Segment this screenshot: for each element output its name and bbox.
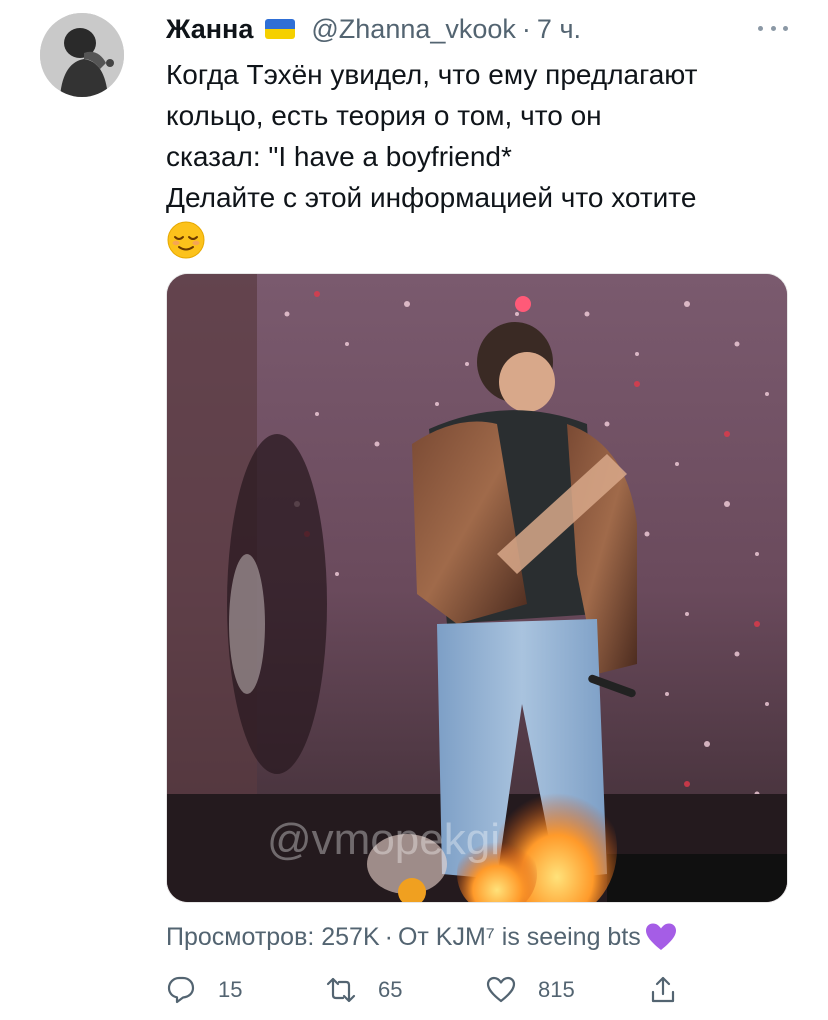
tweet-text-line: кольцо, есть теория о том, что он <box>166 100 602 131</box>
like-count: 815 <box>538 977 575 1002</box>
retweet-button[interactable]: 65 <box>326 970 402 1010</box>
tweet-actions: 15 65 815 <box>166 970 706 1010</box>
media-video[interactable]: @vmopekgi <box>166 273 788 903</box>
video-watermark: @vmopekgi <box>267 815 500 864</box>
reply-icon <box>167 976 195 1004</box>
from-attribution[interactable]: От KJM⁷ is seeing bts <box>398 923 641 952</box>
reply-button[interactable]: 15 <box>166 970 242 1010</box>
avatar[interactable] <box>40 13 124 97</box>
header-separator: · <box>521 13 531 44</box>
tweet-time[interactable]: 7 ч. <box>537 14 581 45</box>
retweet-icon <box>326 977 356 1003</box>
video-still-image: @vmopekgi <box>167 274 787 902</box>
views-count: Просмотров: 257K <box>166 922 380 951</box>
more-options-icon[interactable] <box>758 16 788 40</box>
retweet-count: 65 <box>378 977 403 1002</box>
like-button[interactable]: 815 <box>486 970 575 1010</box>
relieved-face-emoji <box>166 220 206 260</box>
tweet-text-line: Когда Тэхён увидел, что ему предлагают <box>166 59 698 90</box>
tweet-text-line: Делайте с этой информацией что хотите <box>166 182 697 213</box>
tweet-text-line: сказал: "I have a boyfriend* <box>166 141 512 172</box>
tweet-text: Когда Тэхён увидел, что ему предлагают к… <box>166 54 806 271</box>
ukraine-flag-icon <box>265 19 296 39</box>
author-handle[interactable]: @Zhanna_vkook <box>311 14 516 45</box>
author-name[interactable]: Жанна <box>166 14 253 45</box>
tweet-header: Жанна @Zhanna_vkook · 7 ч. <box>166 12 581 46</box>
meta-separator: · <box>384 922 393 951</box>
share-icon <box>651 976 675 1003</box>
tweet: Жанна @Zhanna_vkook · 7 ч. Когда Тэхён у… <box>0 0 828 1020</box>
heart-icon <box>486 976 516 1003</box>
purple-heart-emoji <box>645 922 677 952</box>
avatar-image <box>40 13 124 97</box>
reply-count: 15 <box>218 977 243 1002</box>
share-button[interactable] <box>648 970 678 1010</box>
tweet-meta: Просмотров: 257K · От KJM⁷ is seeing bts <box>166 918 677 956</box>
